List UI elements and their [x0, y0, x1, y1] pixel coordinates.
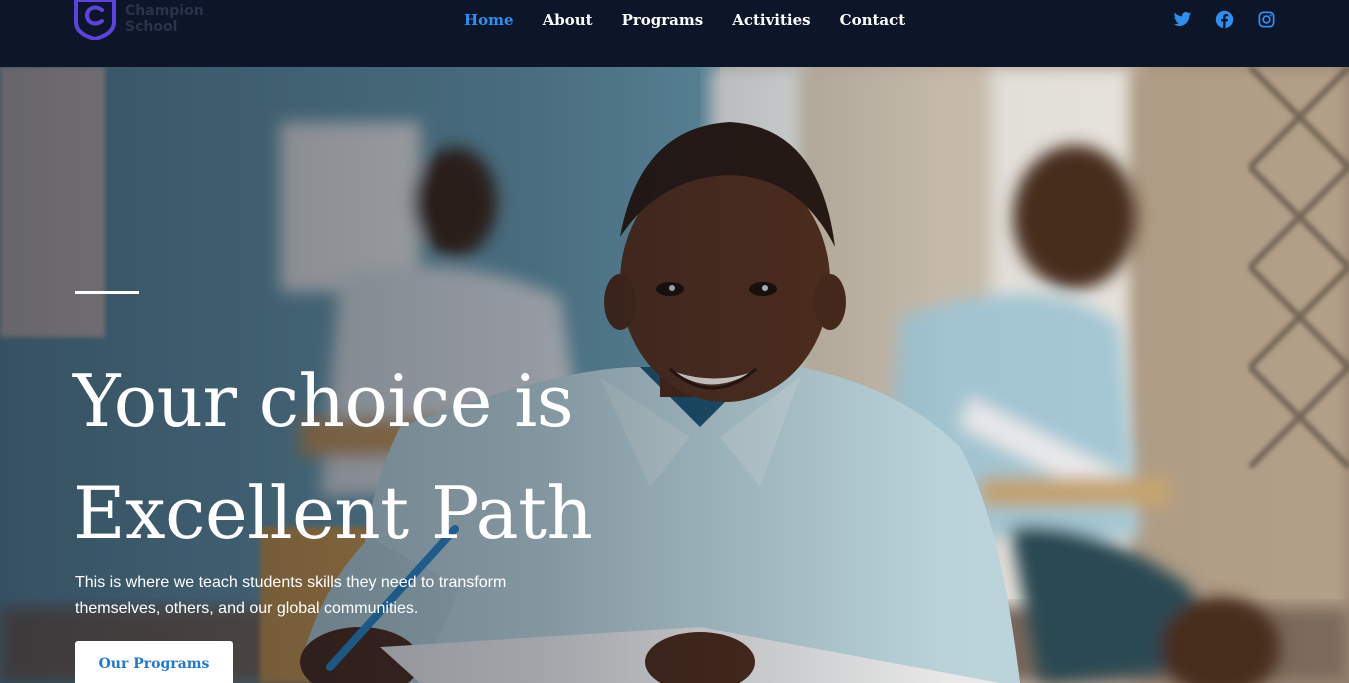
hero-description: This is where we teach students skills t…: [75, 574, 507, 617]
logo-text: Champion School: [125, 3, 204, 35]
site-header: Champion School Home About Programs Acti…: [0, 0, 1349, 67]
hero-title: Your choice is Excellent Path: [73, 345, 633, 569]
hero-title-line-1: Your choice is: [73, 359, 574, 443]
main-nav: Home About Programs Activities Contact: [464, 11, 934, 31]
hero-section: Your choice is Excellent Path This is wh…: [0, 67, 1349, 683]
instagram-icon[interactable]: [1257, 10, 1276, 29]
logo[interactable]: Champion School: [74, 0, 214, 40]
social-links: [1173, 10, 1299, 29]
our-programs-button[interactable]: Our Programs: [75, 641, 233, 683]
twitter-icon[interactable]: [1173, 10, 1192, 29]
shield-c-icon: [74, 0, 116, 40]
hero-accent-line: [75, 291, 139, 294]
nav-activities[interactable]: Activities: [732, 11, 810, 31]
logo-line-1: Champion: [125, 3, 204, 19]
nav-about[interactable]: About: [543, 11, 593, 31]
facebook-icon[interactable]: [1215, 10, 1234, 29]
nav-programs[interactable]: Programs: [622, 11, 704, 31]
logo-line-2: School: [125, 19, 178, 35]
hero-title-line-2: Excellent Path: [73, 471, 593, 555]
nav-contact[interactable]: Contact: [840, 11, 906, 31]
nav-home[interactable]: Home: [464, 11, 514, 31]
